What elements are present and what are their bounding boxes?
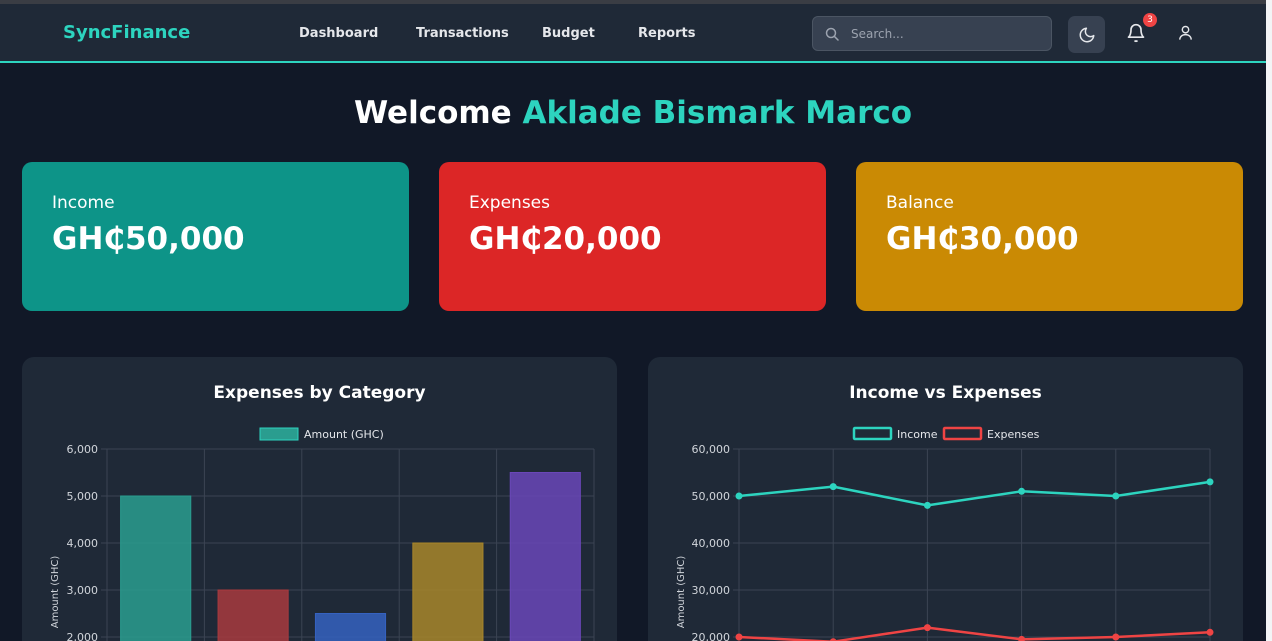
moon-icon (1079, 27, 1094, 42)
line-chart: 60,000 50,000 40,000 30,000 20,000 Amount (GH… (676, 426, 1214, 641)
data-point (1206, 628, 1214, 636)
legend-swatch (259, 427, 299, 441)
y-tick-label: 60,000 (692, 443, 731, 456)
y-tick-label: 30,000 (692, 584, 731, 597)
data-point (1018, 635, 1026, 641)
balance-card: Balance GH₵30,000 (856, 162, 1243, 311)
expenses-value: GH₵20,000 (469, 221, 662, 257)
expenses-by-category-panel: Expenses by Category 6,000 5,000 4,000 3,00… (22, 357, 617, 641)
data-point (1112, 492, 1120, 500)
search-icon (825, 27, 839, 41)
bar-chart: 6,000 5,000 4,000 3,000 2,000 Amount (GHC) Amo… (50, 427, 595, 641)
balance-value: GH₵30,000 (886, 221, 1079, 257)
theme-toggle-button[interactable] (1068, 16, 1105, 53)
bar (217, 589, 289, 641)
bell-icon[interactable] (1126, 23, 1146, 43)
income-card: Income GH₵50,000 (22, 162, 409, 311)
notification-badge: 3 (1143, 13, 1157, 27)
income-label: Income (52, 193, 115, 213)
y-tick-label: 4,000 (67, 537, 99, 550)
legend-label: Amount (GHC) (304, 428, 384, 441)
nav-link-reports[interactable]: Reports (638, 26, 695, 41)
income-value: GH₵50,000 (52, 221, 245, 257)
data-point (1206, 478, 1214, 486)
data-point (735, 492, 743, 500)
navbar: SyncFinance Dashboard Transactions Budge… (0, 4, 1266, 63)
legend-label: Expenses (987, 428, 1040, 441)
expenses-card: Expenses GH₵20,000 (439, 162, 826, 311)
welcome-heading: Welcome Aklade Bismark Marco (0, 95, 1266, 131)
series-line (738, 480, 1211, 507)
expenses-label: Expenses (469, 193, 550, 213)
data-point (923, 501, 931, 509)
search-box (812, 16, 1052, 51)
data-point (735, 633, 743, 641)
nav-link-transactions[interactable]: Transactions (416, 26, 509, 41)
income-vs-expenses-panel: Income vs Expenses 60,000 50,000 40,000 30,… (648, 357, 1243, 641)
window-edge (1266, 0, 1272, 641)
y-tick-label: 3,000 (67, 584, 99, 597)
y-tick-label: 6,000 (67, 443, 99, 456)
series-line (738, 626, 1211, 641)
bar (120, 495, 192, 641)
data-point (829, 483, 837, 491)
legend-swatch (852, 426, 893, 441)
data-point (1018, 487, 1026, 495)
legend-swatch (942, 426, 983, 441)
bar (509, 472, 581, 641)
brand-logo[interactable]: SyncFinance (63, 22, 190, 43)
y-tick-label: 40,000 (692, 537, 731, 550)
bar (314, 613, 387, 641)
data-point (1112, 633, 1120, 641)
bar (412, 542, 484, 641)
y-axis-label: Amount (GHC) (50, 556, 61, 629)
y-tick-label: 50,000 (692, 490, 731, 503)
y-tick-label: 5,000 (67, 490, 99, 503)
search-input[interactable] (851, 24, 1041, 44)
nav-link-dashboard[interactable]: Dashboard (299, 26, 378, 41)
nav-link-budget[interactable]: Budget (542, 26, 595, 41)
user-name: Aklade Bismark Marco (522, 95, 913, 131)
y-tick-label: 20,000 (692, 631, 731, 641)
welcome-prefix: Welcome (353, 95, 512, 131)
y-tick-label: 2,000 (67, 631, 99, 641)
data-point (923, 624, 931, 632)
legend-label: Income (897, 428, 938, 441)
y-axis-label: Amount (GHC) (676, 556, 687, 629)
user-icon[interactable] (1177, 24, 1194, 41)
balance-label: Balance (886, 193, 954, 213)
